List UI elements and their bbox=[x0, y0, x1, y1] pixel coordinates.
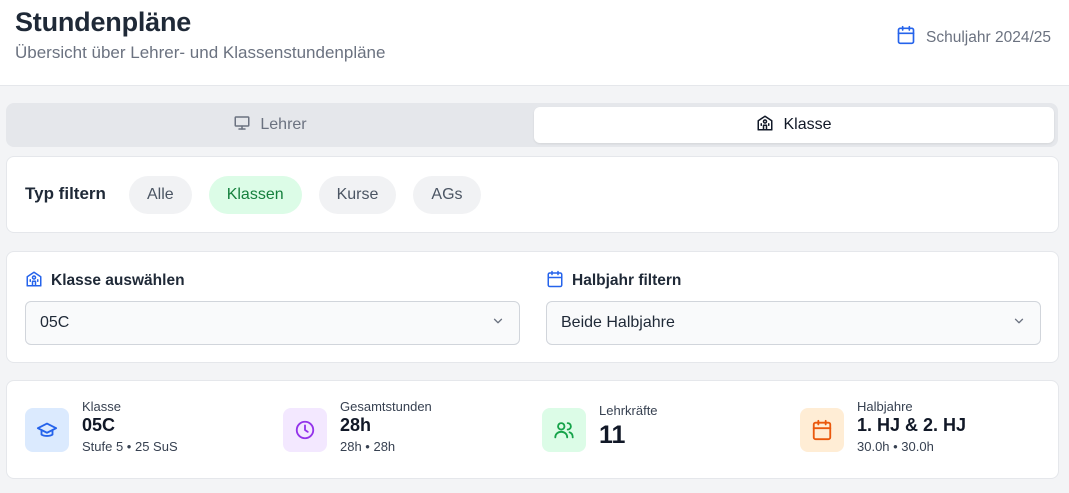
stat-sub: Stufe 5 • 25 SuS bbox=[82, 439, 178, 454]
stat-text: Lehrkräfte 11 bbox=[599, 403, 658, 450]
tab-label: Klasse bbox=[783, 116, 832, 133]
chevron-down-icon bbox=[1012, 314, 1026, 333]
class-select-field: Klasse auswählen 05C bbox=[25, 270, 520, 345]
stat-label: Halbjahre bbox=[857, 399, 913, 414]
stat-text: Klasse 05C Stufe 5 • 25 SuS bbox=[82, 399, 178, 454]
stat-klasse: Klasse 05C Stufe 5 • 25 SuS bbox=[25, 381, 265, 480]
presentation-icon bbox=[233, 114, 251, 137]
page-subtitle: Übersicht über Lehrer- und Klassenstunde… bbox=[15, 43, 386, 62]
page-title: Stundenpläne bbox=[15, 7, 192, 37]
calendar-icon bbox=[800, 408, 844, 452]
stat-lehrkraefte: Lehrkräfte 11 bbox=[542, 381, 782, 480]
stat-text: Gesamtstunden 28h 28h • 28h bbox=[340, 399, 432, 454]
tab-klasse[interactable]: Klasse bbox=[534, 107, 1054, 143]
stat-text: Halbjahre 1. HJ & 2. HJ 30.0h • 30.0h bbox=[857, 399, 966, 454]
class-select[interactable]: 05C bbox=[25, 301, 520, 345]
filter-chip-kurse[interactable]: Kurse bbox=[318, 176, 397, 214]
stat-value: 1. HJ & 2. HJ bbox=[857, 415, 967, 435]
stat-sub: 28h • 28h bbox=[340, 439, 396, 454]
stat-value: 11 bbox=[599, 421, 626, 449]
stat-label: Gesamtstunden bbox=[340, 399, 432, 414]
halfyear-select-value: Beide Halbjahre bbox=[561, 314, 675, 331]
stat-sub: 30.0h • 30.0h bbox=[857, 439, 934, 454]
halfyear-select-field: Halbjahr filtern Beide Halbjahre bbox=[546, 270, 1041, 345]
filter-chip-alle[interactable]: Alle bbox=[129, 176, 192, 214]
stat-value: 28h bbox=[340, 415, 372, 435]
schoolyear-indicator: Schuljahr 2024/25 bbox=[896, 25, 1051, 50]
clock-icon bbox=[283, 408, 327, 452]
field-label-text: Halbjahr filtern bbox=[572, 272, 682, 289]
stat-halbjahre: Halbjahre 1. HJ & 2. HJ 30.0h • 30.0h bbox=[800, 381, 1040, 480]
users-icon bbox=[542, 408, 586, 452]
tab-lehrer[interactable]: Lehrer bbox=[10, 107, 530, 143]
halfyear-select[interactable]: Beide Halbjahre bbox=[546, 301, 1041, 345]
filter-label: Typ filtern bbox=[25, 184, 106, 203]
field-label-text: Klasse auswählen bbox=[51, 272, 185, 289]
calendar-icon bbox=[896, 25, 916, 50]
calendar-icon bbox=[546, 270, 564, 293]
chevron-down-icon bbox=[491, 314, 505, 333]
stat-gesamtstunden: Gesamtstunden 28h 28h • 28h bbox=[283, 381, 523, 480]
school-icon bbox=[25, 270, 43, 293]
view-tabs: Lehrer Klasse bbox=[6, 103, 1058, 147]
filter-chips: Alle Klassen Kurse AGs bbox=[129, 176, 481, 214]
filter-chip-klassen[interactable]: Klassen bbox=[208, 176, 302, 214]
schoolyear-label: Schuljahr 2024/25 bbox=[926, 28, 1051, 46]
graduation-cap-icon bbox=[25, 408, 69, 452]
stat-value: 05C bbox=[82, 415, 116, 435]
page-header: Stundenpläne Übersicht über Lehrer- und … bbox=[0, 0, 1069, 86]
filter-chip-ags[interactable]: AGs bbox=[413, 176, 481, 214]
halfyear-select-label: Halbjahr filtern bbox=[546, 270, 1041, 292]
stats-card: Klasse 05C Stufe 5 • 25 SuS Gesamtstunde… bbox=[6, 380, 1059, 479]
tab-label: Lehrer bbox=[260, 116, 307, 133]
class-select-label: Klasse auswählen bbox=[25, 270, 520, 292]
stat-label: Lehrkräfte bbox=[599, 403, 658, 418]
school-icon bbox=[756, 114, 774, 137]
selection-card: Klasse auswählen 05C Halbjahr filtern Be… bbox=[6, 251, 1059, 363]
type-filter-card: Typ filtern Alle Klassen Kurse AGs bbox=[6, 156, 1059, 233]
class-select-value: 05C bbox=[40, 314, 70, 331]
stat-label: Klasse bbox=[82, 399, 122, 414]
